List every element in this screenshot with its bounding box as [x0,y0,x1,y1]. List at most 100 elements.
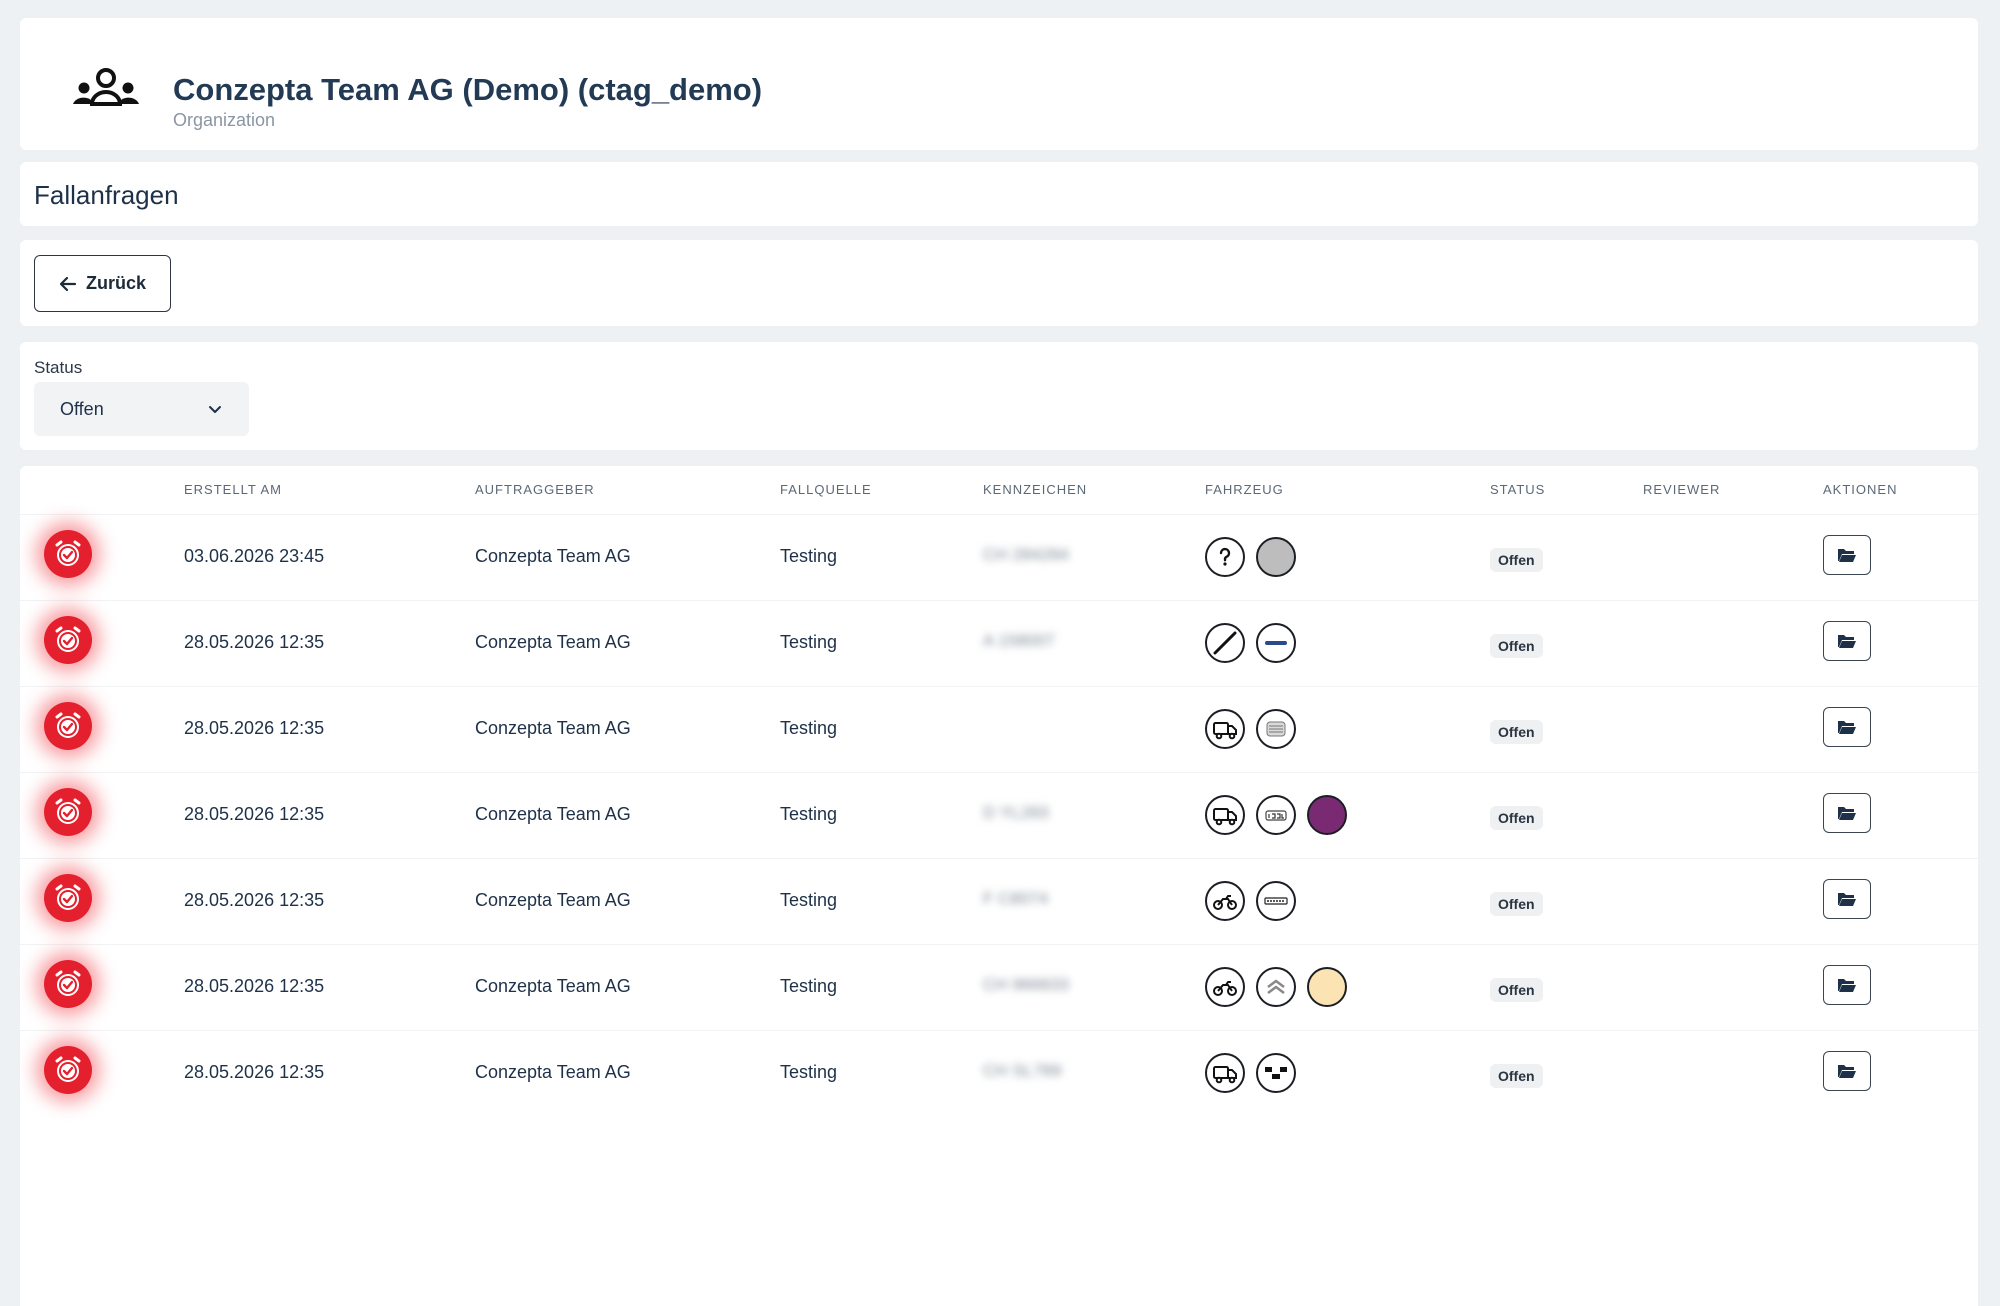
client: Conzepta Team AG [475,546,631,566]
client: Conzepta Team AG [475,804,631,824]
client: Conzepta Team AG [475,976,631,996]
client: Conzepta Team AG [475,1062,631,1082]
table-row[interactable]: 28.05.2026 12:35 Conzepta Team AG Testin… [20,686,1978,772]
client: Conzepta Team AG [475,632,631,652]
back-button[interactable]: Zurück [34,255,171,312]
color-swatch [1307,967,1347,1007]
open-case-button[interactable] [1823,1051,1871,1091]
checker-logo-icon [1256,1053,1296,1093]
section-header: Fallanfragen [20,162,1978,226]
users-group-icon [73,68,139,106]
column-header-created[interactable]: ERSTELLT AM [184,482,282,497]
license-plate: CH 284284 [983,545,1070,564]
column-header-plate[interactable]: KENNZEICHEN [983,482,1087,497]
citroen-logo-icon [1256,967,1296,1007]
case-source: Testing [780,976,838,996]
license-plate: A 158007 [983,631,1055,650]
license-plate: CH SL789 [983,1061,1062,1080]
license-plate: D YL283 [983,803,1049,822]
table-row[interactable]: 03.06.2026 23:45 Conzepta Team AG Testin… [20,514,1978,600]
column-header-status[interactable]: STATUS [1490,482,1545,497]
back-button-label: Zurück [85,273,146,293]
open-case-button[interactable] [1823,793,1871,833]
truck-icon [1205,795,1245,835]
status-badge: Offen [1490,892,1543,916]
folder-open-icon [1838,635,1856,648]
table-row[interactable]: 28.05.2026 12:35 Conzepta Team AG Testin… [20,858,1978,944]
open-case-button[interactable] [1823,965,1871,1005]
alarm-clock-check-icon [44,960,92,1008]
table-row[interactable]: 28.05.2026 12:35 Conzepta Team AG Testin… [20,772,1978,858]
case-source: Testing [780,718,838,738]
grille-logo-icon [1256,709,1296,749]
alarm-clock-check-icon [44,874,92,922]
created-at: 03.06.2026 23:45 [184,546,325,566]
open-case-button[interactable] [1823,535,1871,575]
license-plate: F C8074 [983,889,1049,908]
table-row[interactable]: 28.05.2026 12:35 Conzepta Team AG Testin… [20,600,1978,686]
status-badge: Offen [1490,634,1543,658]
column-header-vehicle[interactable]: FAHRZEUG [1205,482,1284,497]
folder-open-icon [1838,979,1856,992]
jeep-logo-icon [1256,795,1296,835]
column-header-actions: AKTIONEN [1823,482,1898,497]
created-at: 28.05.2026 12:35 [184,804,325,824]
chevron-down-icon [209,406,221,413]
open-case-button[interactable] [1823,707,1871,747]
page-title: Fallanfragen [34,180,179,210]
status-badge: Offen [1490,720,1543,744]
open-case-button[interactable] [1823,879,1871,919]
question-icon [1205,537,1245,577]
folder-open-icon [1838,807,1856,820]
color-swatch [1307,795,1347,835]
status-filter-select[interactable]: Offen [34,382,249,436]
toolbar: Zurück [20,240,1978,326]
folder-open-icon [1838,1065,1856,1078]
status-badge: Offen [1490,978,1543,1002]
open-case-button[interactable] [1823,621,1871,661]
column-header-client[interactable]: AUFTRAGGEBER [475,482,595,497]
column-header-source[interactable]: FALLQUELLE [780,482,872,497]
folder-open-icon [1838,893,1856,906]
arrow-left-icon [59,276,77,291]
status-filter-value: Offen [60,398,104,419]
status-badge: Offen [1490,548,1543,572]
case-source: Testing [780,632,838,652]
alarm-clock-check-icon [44,788,92,836]
case-source: Testing [780,546,838,566]
motorcycle-icon [1205,967,1245,1007]
alarm-clock-check-icon [44,1046,92,1094]
created-at: 28.05.2026 12:35 [184,718,325,738]
organization-subtitle: Organization [173,110,276,130]
no-entry-icon [1205,623,1245,663]
created-at: 28.05.2026 12:35 [184,1062,325,1082]
cases-table: ERSTELLT AM AUFTRAGGEBER FALLQUELLE KENN… [20,466,1978,1306]
case-source: Testing [780,890,838,910]
table-row[interactable]: 28.05.2026 12:35 Conzepta Team AG Testin… [20,944,1978,1030]
carthago-logo-icon [1256,881,1296,921]
status-filter-label: Status [34,358,83,377]
alarm-clock-check-icon [44,616,92,664]
status-badge: Offen [1490,806,1543,830]
filter-panel: Status Offen [20,342,1978,450]
alarm-clock-check-icon [44,702,92,750]
organization-header: Conzepta Team AG (Demo) (ctag_demo) Orga… [20,18,1978,150]
truck-icon [1205,709,1245,749]
grey-circle-icon [1256,537,1296,577]
created-at: 28.05.2026 12:35 [184,890,325,910]
case-source: Testing [780,1062,838,1082]
folder-open-icon [1838,721,1856,734]
alarm-clock-check-icon [44,530,92,578]
status-badge: Offen [1490,1064,1543,1088]
created-at: 28.05.2026 12:35 [184,632,325,652]
client: Conzepta Team AG [475,890,631,910]
table-row[interactable]: 28.05.2026 12:35 Conzepta Team AG Testin… [20,1030,1978,1116]
westfalia-logo-icon [1256,623,1296,663]
created-at: 28.05.2026 12:35 [184,976,325,996]
truck-icon [1205,1053,1245,1093]
motorcycle-icon [1205,881,1245,921]
license-plate: CH 966833 [983,975,1070,994]
client: Conzepta Team AG [475,718,631,738]
column-header-reviewer[interactable]: REVIEWER [1643,482,1720,497]
organization-title: Conzepta Team AG (Demo) (ctag_demo) [173,72,763,107]
